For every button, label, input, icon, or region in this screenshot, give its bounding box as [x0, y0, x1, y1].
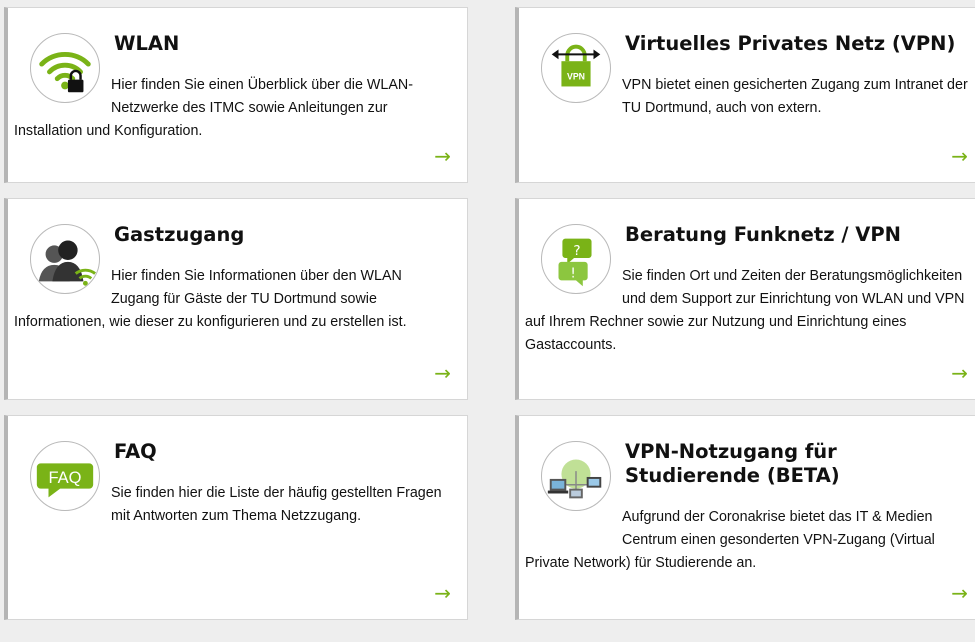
- card-title[interactable]: Gastzugang: [114, 223, 447, 247]
- card-vpn-notzugang[interactable]: VPN-Notzugang für Studierende (BETA) Auf…: [515, 415, 975, 620]
- card-title[interactable]: Beratung Funknetz / VPN: [625, 223, 964, 247]
- card-description: Hier finden Sie einen Überblick über die…: [14, 77, 413, 139]
- arrow-right-icon[interactable]: →: [951, 146, 968, 166]
- card-description: Sie finden hier die Liste der häufig ges…: [111, 485, 442, 524]
- card-beratung[interactable]: ? ! Beratung Funknetz / VPN Sie finden O…: [515, 198, 975, 400]
- arrow-right-icon[interactable]: →: [434, 583, 451, 603]
- card-description: Sie finden Ort und Zeiten der Beratungsm…: [525, 268, 965, 353]
- network-devices-icon: [541, 441, 611, 511]
- card-title[interactable]: WLAN: [114, 32, 447, 56]
- arrow-right-icon[interactable]: →: [434, 146, 451, 166]
- card-description: Hier finden Sie Informationen über den W…: [14, 268, 407, 330]
- arrow-right-icon[interactable]: →: [951, 363, 968, 383]
- card-wlan[interactable]: WLAN Hier finden Sie einen Überblick übe…: [4, 7, 468, 183]
- card-title[interactable]: Virtuelles Privates Netz (VPN): [625, 32, 964, 56]
- card-title[interactable]: VPN-Notzugang für Studierende (BETA): [625, 440, 964, 488]
- card-faq[interactable]: FAQ FAQ Sie finden hier die Liste der hä…: [4, 415, 468, 620]
- arrow-right-icon[interactable]: →: [951, 583, 968, 603]
- card-gastzugang[interactable]: Gastzugang Hier finden Sie Informationen…: [4, 198, 468, 400]
- card-vpn[interactable]: VPN Virtuelles Privates Netz (VPN) VPN b…: [515, 7, 975, 183]
- card-title[interactable]: FAQ: [114, 440, 447, 464]
- question-mark-glyph: ?: [573, 243, 580, 259]
- arrow-right-icon[interactable]: →: [434, 363, 451, 383]
- card-description: VPN bietet einen gesicherten Zugang zum …: [622, 77, 968, 116]
- card-description: Aufgrund der Coronakrise bietet das IT &…: [525, 509, 935, 571]
